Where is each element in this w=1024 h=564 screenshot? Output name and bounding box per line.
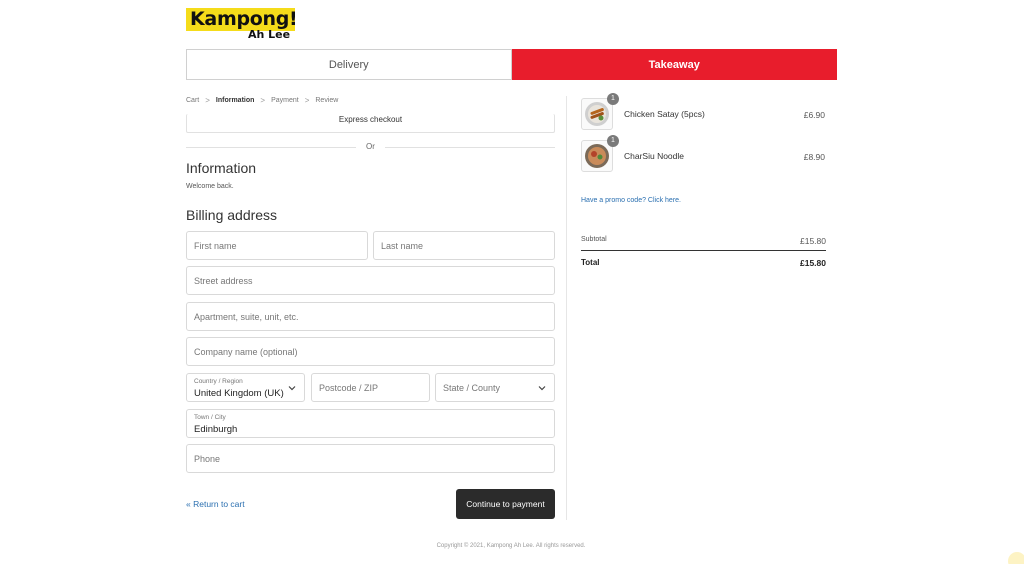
promo-code-link[interactable]: Have a promo code? Click here. bbox=[581, 197, 681, 204]
country-select[interactable]: Country / Region United Kingdom (UK) bbox=[186, 373, 305, 402]
subtotal-row: Subtotal £15.80 bbox=[581, 236, 826, 246]
street-address-placeholder: Street address bbox=[194, 275, 253, 286]
plate-icon bbox=[585, 102, 609, 126]
item-price: £8.90 bbox=[803, 152, 825, 162]
information-heading: Information bbox=[186, 160, 257, 176]
quantity-badge: 1 bbox=[607, 135, 619, 147]
total-label: Total bbox=[581, 258, 600, 267]
return-to-cart-link[interactable]: « Return to cart bbox=[186, 499, 245, 509]
first-name-field[interactable]: First name bbox=[186, 231, 368, 260]
street-address-field[interactable]: Street address bbox=[186, 266, 555, 295]
first-name-placeholder: First name bbox=[194, 240, 237, 251]
chevron-down-icon bbox=[538, 385, 546, 390]
total-row: Total £15.80 bbox=[581, 258, 826, 268]
breadcrumb-review: Review bbox=[315, 97, 339, 104]
item-price: £6.90 bbox=[803, 110, 825, 120]
town-value: Edinburgh bbox=[194, 424, 238, 435]
subtotal-value: £15.80 bbox=[800, 236, 826, 246]
postcode-placeholder: Postcode / ZIP bbox=[319, 382, 379, 393]
total-divider bbox=[581, 250, 826, 251]
chat-bubble-icon[interactable] bbox=[1008, 552, 1024, 564]
town-label: Town / City bbox=[194, 414, 226, 421]
brand-logo[interactable]: Kampong! Ah Lee bbox=[186, 8, 298, 41]
footer-copyright: Copyright © 2021, Kampong Ah Lee. All ri… bbox=[436, 543, 586, 549]
chevron-down-icon bbox=[288, 385, 296, 390]
breadcrumb-information: Information bbox=[215, 97, 255, 104]
phone-placeholder: Phone bbox=[194, 453, 221, 464]
town-field[interactable]: Town / City Edinburgh bbox=[186, 409, 555, 438]
chevron-right-icon: > bbox=[205, 96, 210, 105]
express-checkout-label: Express checkout bbox=[338, 115, 403, 124]
tab-takeaway[interactable]: Takeaway bbox=[511, 49, 837, 80]
subtotal-label: Subtotal bbox=[581, 236, 607, 243]
apartment-placeholder: Apartment, suite, unit, etc. bbox=[194, 311, 299, 322]
noodle-bowl-icon bbox=[585, 144, 609, 168]
order-item: 1 Chicken Satay (5pcs) £6.90 bbox=[581, 93, 826, 130]
express-checkout-box[interactable]: Express checkout bbox=[186, 114, 555, 133]
apartment-field[interactable]: Apartment, suite, unit, etc. bbox=[186, 302, 555, 331]
chevron-right-icon: > bbox=[260, 96, 266, 105]
breadcrumb-payment: Payment bbox=[271, 97, 299, 104]
company-placeholder: Company name (optional) bbox=[194, 346, 298, 357]
postcode-field[interactable]: Postcode / ZIP bbox=[311, 373, 430, 402]
country-label: Country / Region bbox=[194, 378, 243, 385]
state-placeholder: State / County bbox=[443, 382, 501, 393]
phone-field[interactable]: Phone bbox=[186, 444, 555, 473]
company-field[interactable]: Company name (optional) bbox=[186, 337, 555, 366]
column-divider bbox=[566, 96, 567, 520]
welcome-text: Welcome back. bbox=[186, 183, 234, 190]
quantity-badge: 1 bbox=[607, 93, 619, 105]
continue-to-payment-button[interactable]: Continue to payment bbox=[456, 489, 555, 519]
country-value: United Kingdom (UK) bbox=[194, 388, 284, 399]
brand-subname: Ah Lee bbox=[248, 28, 291, 41]
or-label: Or bbox=[366, 142, 375, 151]
tab-delivery[interactable]: Delivery bbox=[186, 49, 512, 80]
item-name: CharSiu Noodle bbox=[624, 151, 685, 161]
billing-heading: Billing address bbox=[186, 207, 278, 223]
last-name-field[interactable]: Last name bbox=[373, 231, 555, 260]
breadcrumb: Cart > Information > Payment > Review bbox=[186, 96, 338, 105]
breadcrumb-cart[interactable]: Cart bbox=[186, 97, 199, 104]
fulfilment-tabs: Delivery Takeaway bbox=[186, 49, 837, 80]
or-divider: Or bbox=[186, 141, 555, 153]
item-name: Chicken Satay (5pcs) bbox=[624, 109, 705, 119]
last-name-placeholder: Last name bbox=[381, 240, 424, 251]
chevron-right-icon: > bbox=[304, 96, 310, 105]
state-select[interactable]: State / County bbox=[435, 373, 555, 402]
order-item: 1 CharSiu Noodle £8.90 bbox=[581, 135, 826, 172]
total-value: £15.80 bbox=[800, 258, 826, 268]
